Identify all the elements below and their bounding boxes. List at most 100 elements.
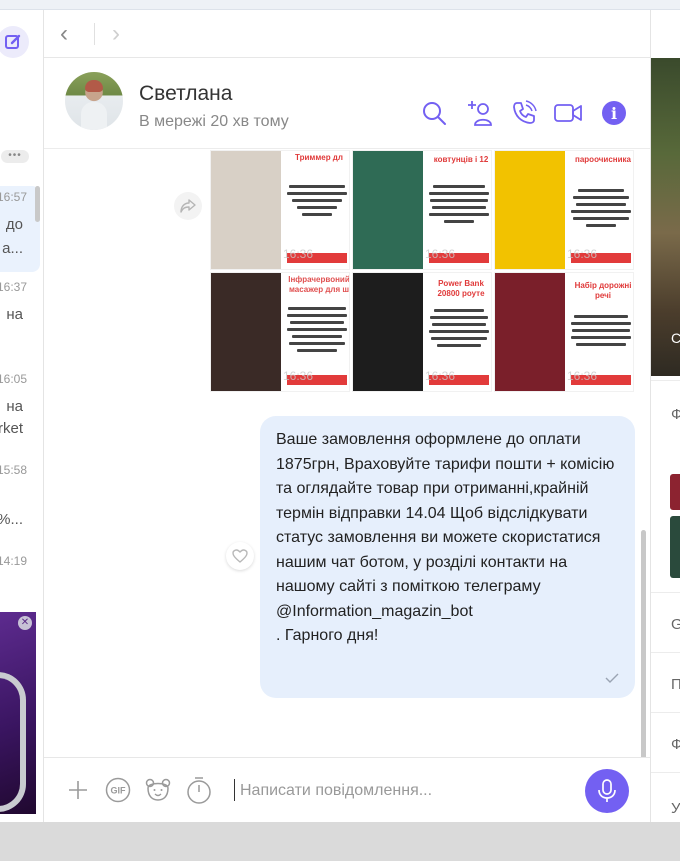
chat-list-item[interactable]: 16:57 до а... [0, 186, 40, 272]
product-title: Триммер дл [295, 153, 343, 162]
window-top-strip [0, 0, 680, 10]
media-thumbnail[interactable] [670, 474, 680, 510]
product-title: Набір дорожні речі [574, 281, 632, 300]
info-section-label[interactable]: У [671, 800, 680, 817]
divider [651, 712, 680, 713]
divider [651, 652, 680, 653]
product-image[interactable]: ковтунців і 12 16:36 [352, 150, 492, 270]
product-image[interactable]: Інфрачервоний масажер для ш 16:36 [210, 272, 350, 392]
product-image-grid: Триммер дл 16:36 ковтунців і 12 16:36 па… [210, 150, 636, 412]
headphones-image [0, 672, 26, 812]
conversation-header: Светлана В мережі 20 хв тому i [44, 59, 650, 149]
attach-button[interactable] [64, 776, 92, 804]
chat-preview: rket [0, 420, 23, 437]
info-section-label[interactable]: Ф [671, 736, 680, 753]
divider [651, 380, 680, 381]
message-text[interactable]: Ваше замовлення оформлене до оплати 1875… [276, 428, 626, 649]
chat-time: 16:05 [0, 372, 27, 386]
search-icon [423, 102, 446, 125]
info-section-label[interactable]: Ф [671, 406, 680, 423]
timer-button[interactable] [185, 776, 213, 804]
share-arrow-icon [180, 199, 196, 213]
chat-list-item[interactable]: 16:37 на [0, 276, 40, 362]
compose-button[interactable] [0, 26, 29, 58]
search-button[interactable] [420, 99, 448, 127]
info-icon: i [610, 103, 618, 123]
more-options-button[interactable]: ••• [1, 150, 29, 163]
image-timestamp: 16:36 [283, 369, 314, 383]
product-image[interactable]: пароочисника 16:36 [494, 150, 634, 270]
product-photo [211, 273, 281, 391]
conversation-pane: ‹ › Светлана В мережі 20 хв тому i Тримм… [44, 10, 650, 822]
chat-preview: на [6, 398, 23, 415]
chat-time: 15:58 [0, 463, 27, 477]
add-participant-button[interactable] [466, 99, 494, 127]
chat-list-item[interactable]: 15:58 %... [0, 459, 40, 545]
timer-icon [187, 777, 211, 804]
sticker-bear-icon [145, 778, 171, 801]
product-title: Power Bank 20800 роуте [437, 279, 485, 298]
avatar-body [81, 102, 107, 130]
heart-icon [232, 549, 248, 563]
product-photo [495, 273, 565, 391]
product-photo [211, 151, 281, 269]
promo-banner[interactable]: ✕ [0, 612, 36, 814]
message-bubble[interactable]: Ваше замовлення оформлене до оплати 1875… [260, 416, 635, 698]
product-title: пароочисника [575, 155, 631, 164]
contact-photo[interactable]: С [651, 58, 680, 376]
phone-icon [513, 100, 537, 124]
nav-divider [94, 23, 95, 45]
info-section-label[interactable]: П [671, 676, 680, 693]
sticker-button[interactable] [144, 776, 172, 804]
forward-button[interactable]: › [112, 22, 120, 46]
product-title: Інфрачервоний масажер для ш [288, 275, 350, 294]
chat-preview: а... [2, 240, 23, 257]
add-user-icon [468, 101, 492, 126]
message-scrollbar[interactable] [641, 530, 646, 760]
compose-icon [5, 34, 21, 49]
product-photo [495, 151, 565, 269]
avatar-hair [85, 80, 103, 92]
image-timestamp: 16:36 [425, 369, 456, 383]
product-title: ковтунців і 12 [433, 155, 489, 164]
voice-call-button[interactable] [510, 99, 538, 127]
contact-status: В мережі 20 хв тому [139, 113, 289, 130]
back-button[interactable]: ‹ [60, 22, 68, 46]
like-button[interactable] [226, 542, 254, 570]
message-input[interactable]: Написати повідомлення... [240, 782, 432, 800]
chat-preview: до [5, 216, 23, 233]
product-image[interactable]: Набір дорожні речі 16:36 [494, 272, 634, 392]
contact-name[interactable]: Светлана [139, 82, 232, 106]
divider [651, 592, 680, 593]
contact-info-pane: С Ф G П Ф У [650, 10, 680, 822]
info-button[interactable]: i [602, 101, 626, 125]
chat-list-item[interactable]: 16:05 на rket [0, 368, 40, 454]
svg-text:GIF: GIF [111, 786, 127, 796]
chat-time: 16:57 [0, 190, 27, 204]
media-thumbnail[interactable] [670, 516, 680, 578]
image-timestamp: 16:36 [425, 247, 456, 261]
messenger-window: ••• 16:57 до а... 16:37 на 16:05 на rket… [0, 10, 680, 822]
info-section-label[interactable]: G [671, 616, 680, 633]
chat-list-scrollbar[interactable] [35, 186, 40, 222]
product-image[interactable]: Power Bank 20800 роуте 16:36 [352, 272, 492, 392]
chat-time: 16:37 [0, 280, 27, 294]
video-call-button[interactable] [554, 99, 582, 127]
message-composer: GIF Написати повідомлення... [44, 757, 650, 822]
gif-button[interactable]: GIF [104, 776, 132, 804]
forward-message-button[interactable] [174, 192, 202, 220]
photo-caption: С [671, 330, 680, 346]
product-image[interactable]: Триммер дл 16:36 [210, 150, 350, 270]
chat-preview: %... [0, 511, 23, 528]
close-icon[interactable]: ✕ [18, 616, 32, 630]
voice-message-button[interactable] [585, 769, 629, 813]
avatar[interactable] [65, 72, 123, 130]
video-camera-icon [554, 104, 582, 122]
read-status-icon [605, 672, 619, 686]
gif-icon: GIF [105, 777, 131, 803]
product-photo [353, 273, 423, 391]
image-timestamp: 16:36 [567, 369, 598, 383]
microphone-icon [598, 779, 616, 802]
desktop-background [0, 822, 680, 861]
chat-list-pane: ••• 16:57 до а... 16:37 на 16:05 на rket… [0, 10, 44, 822]
